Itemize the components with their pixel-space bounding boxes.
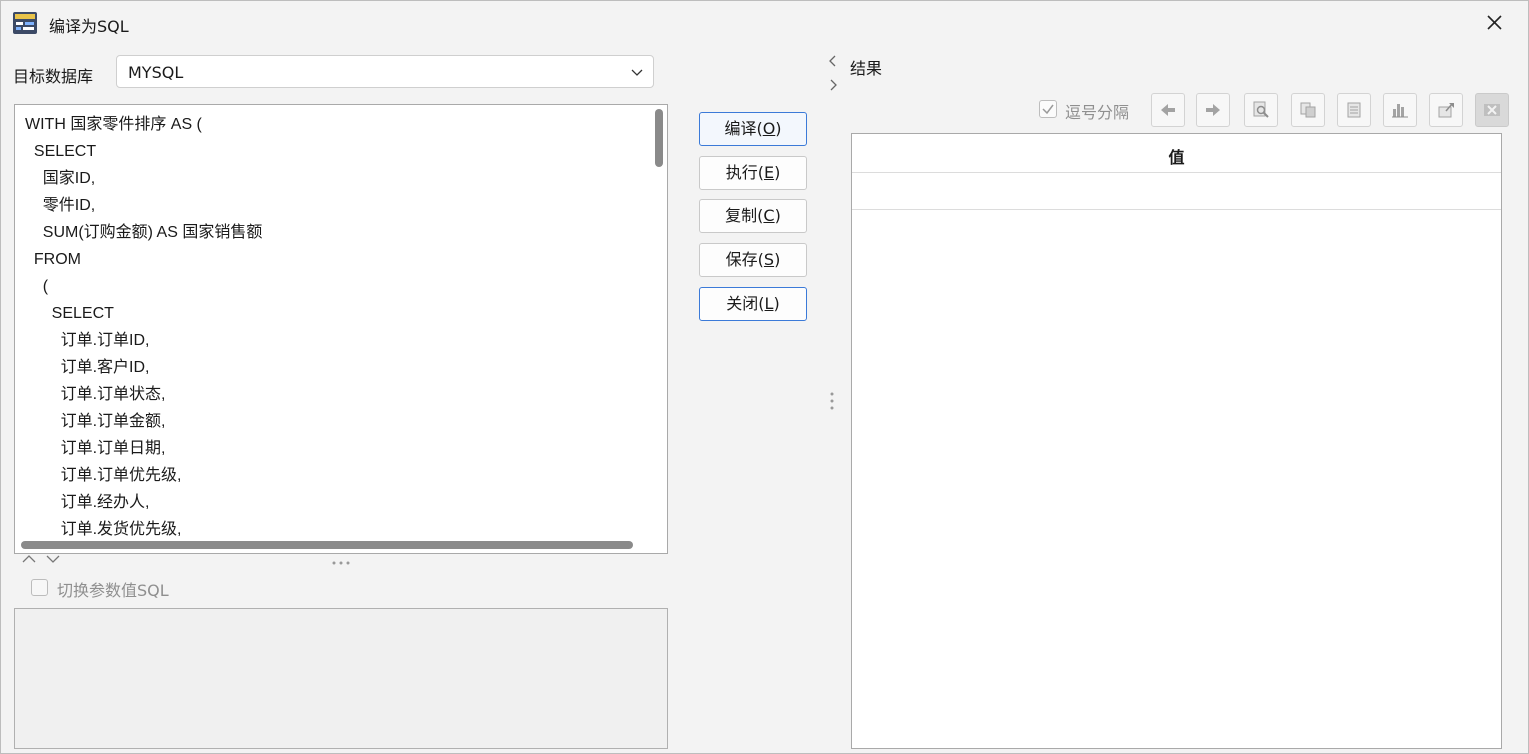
close-icon[interactable]: [1482, 9, 1508, 35]
find-button[interactable]: [1244, 93, 1278, 127]
sql-line: 订单.经办人,: [25, 494, 150, 511]
save-button-key: S: [763, 250, 775, 269]
compile-button[interactable]: 编译(O): [699, 112, 807, 146]
compile-sql-dialog: 编译为SQL 目标数据库 MYSQL WITH 国家零件排序 AS ( SELE…: [0, 0, 1529, 754]
horizontal-scrollbar[interactable]: [21, 541, 633, 549]
grid-header: 值: [852, 134, 1501, 173]
result-grid[interactable]: 值: [851, 133, 1502, 749]
chevron-down-icon: [629, 64, 645, 80]
sql-line: SUM(订购金额) AS 国家销售额: [25, 224, 263, 241]
copy-button-label: 复制: [725, 206, 758, 225]
next-button[interactable]: [1196, 93, 1230, 127]
target-db-label: 目标数据库: [13, 67, 94, 86]
splitter-handle-icon[interactable]: [331, 554, 353, 565]
window-title: 编译为SQL: [49, 17, 129, 36]
export-icon: [1438, 103, 1454, 118]
sql-line: 订单.订单ID,: [25, 332, 150, 349]
comma-separated-checkbox[interactable]: [1039, 100, 1057, 118]
sql-line: FROM: [25, 251, 81, 268]
sql-line: (: [25, 278, 49, 295]
sql-line: 订单.订单金额,: [25, 413, 166, 430]
copy-result-button[interactable]: [1291, 93, 1325, 127]
toggle-param-sql-label: 切换参数值SQL: [57, 581, 169, 600]
chart-icon: [1392, 104, 1408, 118]
chart-button[interactable]: [1383, 93, 1417, 127]
close-button-label: 关闭: [726, 294, 759, 313]
result-title: 结果: [850, 59, 883, 78]
arrow-left-icon: [1161, 104, 1175, 116]
sql-editor[interactable]: WITH 国家零件排序 AS ( SELECT 国家ID, 零件ID, SUM(…: [14, 104, 668, 554]
execute-button-label: 执行: [725, 163, 758, 182]
sql-line: 订单.客户ID,: [25, 359, 150, 376]
list-button[interactable]: [1337, 93, 1371, 127]
arrow-right-icon: [1206, 104, 1220, 116]
table-row[interactable]: [852, 172, 1501, 210]
vertical-scrollbar[interactable]: [655, 109, 663, 167]
find-icon: [1253, 101, 1269, 118]
compile-button-label: 编译: [724, 119, 757, 138]
execute-button[interactable]: 执行(E): [699, 156, 807, 190]
target-db-select[interactable]: MYSQL: [116, 55, 654, 88]
param-sql-panel: [14, 608, 668, 749]
compile-button-key: O: [762, 119, 776, 138]
execute-button-key: E: [763, 163, 775, 182]
sql-code: WITH 国家零件排序 AS ( SELECT 国家ID, 零件ID, SUM(…: [25, 111, 262, 543]
clear-icon: [1484, 104, 1500, 116]
target-db-value: MYSQL: [128, 63, 184, 82]
expand-collapse-icon[interactable]: [21, 552, 65, 568]
sql-line: 订单.订单日期,: [25, 440, 166, 457]
clear-button[interactable]: [1475, 93, 1509, 127]
close-button-key: L: [764, 294, 774, 313]
prev-button[interactable]: [1151, 93, 1185, 127]
sql-line: SELECT: [25, 143, 97, 160]
copy-button-key: C: [763, 206, 775, 225]
sql-line: 订单.订单状态,: [25, 386, 166, 403]
sql-line: 订单.订单优先级,: [25, 467, 182, 484]
sql-line: WITH 国家零件排序 AS (: [25, 116, 202, 133]
sql-line: SELECT: [25, 305, 114, 322]
vertical-splitter-icon[interactable]: [830, 391, 834, 411]
column-header-value[interactable]: 值: [1168, 144, 1184, 168]
title-bar: 编译为SQL: [1, 1, 1528, 45]
export-button[interactable]: [1429, 93, 1463, 127]
close-button[interactable]: 关闭(L): [699, 287, 807, 321]
toggle-param-sql-checkbox[interactable]: [31, 579, 48, 596]
copy-icon: [1300, 102, 1316, 118]
panel-collapse-icon[interactable]: [827, 54, 839, 94]
save-button-label: 保存: [725, 250, 758, 269]
sql-line: 国家ID,: [25, 170, 96, 187]
comma-separated-label: 逗号分隔: [1065, 103, 1130, 122]
sql-line: 订单.发货优先级,: [25, 521, 182, 538]
save-button[interactable]: 保存(S): [699, 243, 807, 277]
copy-button[interactable]: 复制(C): [699, 199, 807, 233]
app-icon: [13, 12, 37, 34]
list-icon: [1347, 102, 1361, 118]
sql-line: 零件ID,: [25, 197, 96, 214]
